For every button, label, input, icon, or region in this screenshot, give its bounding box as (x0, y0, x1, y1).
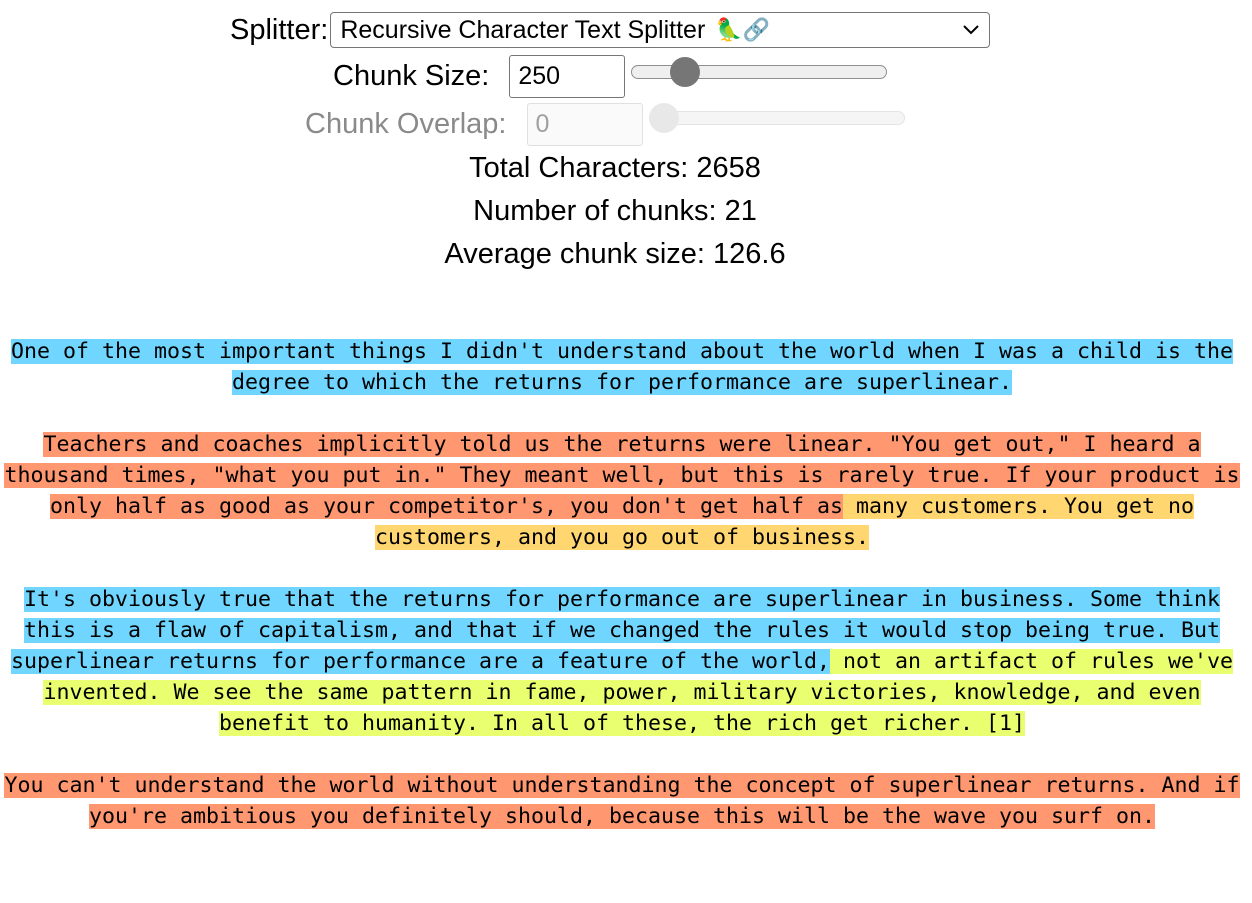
chunk-overlap-slider-thumb (648, 103, 679, 133)
text-paragraph: You can't understand the world without u… (0, 770, 1244, 832)
chunk-size-input[interactable]: 250 (509, 54, 626, 98)
chunked-text-display: One of the most important things I didn'… (0, 336, 1244, 863)
parrot-link-emoji: 🦜🔗 (715, 17, 771, 42)
chunk-overlap-row: Chunk Overlap: 0 (305, 102, 905, 146)
chevron-down-icon (963, 25, 980, 35)
text-paragraph: One of the most important things I didn'… (0, 336, 1244, 398)
text-chunk: One of the most important things I didn'… (10, 339, 1234, 395)
chunk-size-slider[interactable] (631, 57, 888, 87)
text-chunk: You can't understand the world without u… (4, 773, 1240, 829)
chunk-overlap-slider (648, 103, 905, 133)
total-characters-stat: Total Characters: 2658 (469, 152, 761, 184)
chunk-size-row: Chunk Size: 250 (333, 54, 888, 98)
splitter-label: Splitter: (230, 13, 329, 46)
average-chunk-size-stat: Average chunk size: 126.6 (444, 238, 786, 270)
chunk-size-slider-thumb[interactable] (669, 57, 700, 87)
text-paragraph: Teachers and coaches implicitly told us … (0, 429, 1244, 553)
chunk-overlap-slider-track (648, 111, 905, 125)
number-of-chunks-stat: Number of chunks: 21 (473, 195, 757, 227)
chunk-size-label: Chunk Size: (333, 59, 490, 92)
text-paragraph: It's obviously true that the returns for… (0, 584, 1244, 739)
splitter-row: Splitter: Recursive Character Text Split… (230, 11, 991, 49)
chunk-overlap-input: 0 (526, 102, 643, 146)
splitter-selected-value: Recursive Character Text Splitter (340, 15, 706, 44)
splitter-select[interactable]: Recursive Character Text Splitter 🦜🔗 (330, 12, 991, 48)
chunk-overlap-label: Chunk Overlap: (305, 107, 507, 140)
